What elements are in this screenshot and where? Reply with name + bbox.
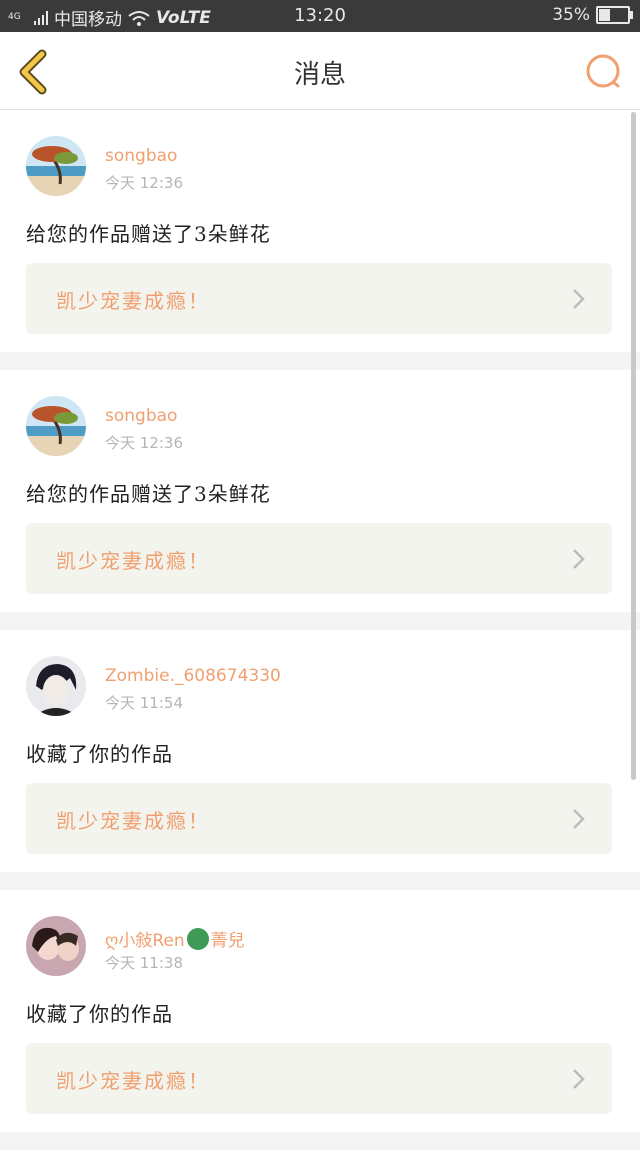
- username[interactable]: ღ小敍Ren 菁兒: [105, 926, 245, 951]
- chevron-right-icon: [573, 1069, 585, 1089]
- scrollbar[interactable]: [631, 112, 636, 780]
- beach-tree-avatar-icon: [26, 136, 86, 196]
- message-text: 给您的作品赠送了3朵鲜花: [26, 482, 271, 506]
- couple-photo-avatar-icon: [26, 916, 86, 976]
- battery-icon: [596, 6, 633, 24]
- battery-percent: 35%: [552, 5, 590, 25]
- timestamp: 今天 12:36: [105, 434, 183, 452]
- work-title: 凯少宠妻成瘾！: [56, 289, 210, 313]
- message-card: ღ小敍Ren 菁兒 今天 11:38 收藏了你的作品 凯少宠妻成瘾！: [0, 890, 640, 1132]
- avatar[interactable]: [26, 916, 86, 976]
- chevron-right-icon: [573, 549, 585, 569]
- username[interactable]: songbao: [105, 406, 177, 426]
- timestamp: 今天 11:38: [105, 954, 183, 972]
- chevron-right-icon: [573, 289, 585, 309]
- clock: 13:20: [294, 5, 346, 26]
- work-link[interactable]: 凯少宠妻成瘾！: [26, 523, 612, 594]
- work-title: 凯少宠妻成瘾！: [56, 549, 210, 573]
- nav-bar: 消息: [0, 32, 640, 110]
- username[interactable]: songbao: [105, 146, 177, 166]
- chevron-right-icon: [573, 809, 585, 829]
- avatar[interactable]: [26, 656, 86, 716]
- status-bar: 4G 中国移动 VoLTE 13:20 35%: [0, 0, 640, 32]
- message-text: 给您的作品赠送了3朵鲜花: [26, 222, 271, 246]
- avatar[interactable]: [26, 136, 86, 196]
- message-text: 收藏了你的作品: [26, 742, 173, 766]
- search-button[interactable]: [580, 48, 628, 96]
- work-link[interactable]: 凯少宠妻成瘾！: [26, 263, 612, 334]
- message-card: songbao 今天 12:36 给您的作品赠送了3朵鲜花 凯少宠妻成瘾！: [0, 370, 640, 612]
- timestamp: 今天 12:36: [105, 174, 183, 192]
- work-title: 凯少宠妻成瘾！: [56, 1069, 210, 1093]
- message-text: 收藏了你的作品: [26, 1002, 173, 1026]
- message-list: songbao 今天 12:36 给您的作品赠送了3朵鲜花 凯少宠妻成瘾！ so…: [0, 110, 640, 1150]
- work-title: 凯少宠妻成瘾！: [56, 809, 210, 833]
- anime-boy-avatar-icon: [26, 656, 86, 716]
- beach-tree-avatar-icon: [26, 396, 86, 456]
- message-card: songbao 今天 12:36 给您的作品赠送了3朵鲜花 凯少宠妻成瘾！: [0, 110, 640, 352]
- message-card: Zombie._608674330 今天 11:54 收藏了你的作品 凯少宠妻成…: [0, 630, 640, 872]
- avatar[interactable]: [26, 396, 86, 456]
- username-part: 菁兒: [210, 931, 245, 951]
- timestamp: 今天 11:54: [105, 694, 183, 712]
- username[interactable]: Zombie._608674330: [105, 666, 281, 686]
- work-link[interactable]: 凯少宠妻成瘾！: [26, 783, 612, 854]
- username-part: ღ小敍Ren: [105, 931, 185, 951]
- work-link[interactable]: 凯少宠妻成瘾！: [26, 1043, 612, 1114]
- search-icon: [586, 54, 620, 88]
- dragon-emoji-icon: [186, 928, 209, 950]
- page-title: 消息: [293, 60, 346, 90]
